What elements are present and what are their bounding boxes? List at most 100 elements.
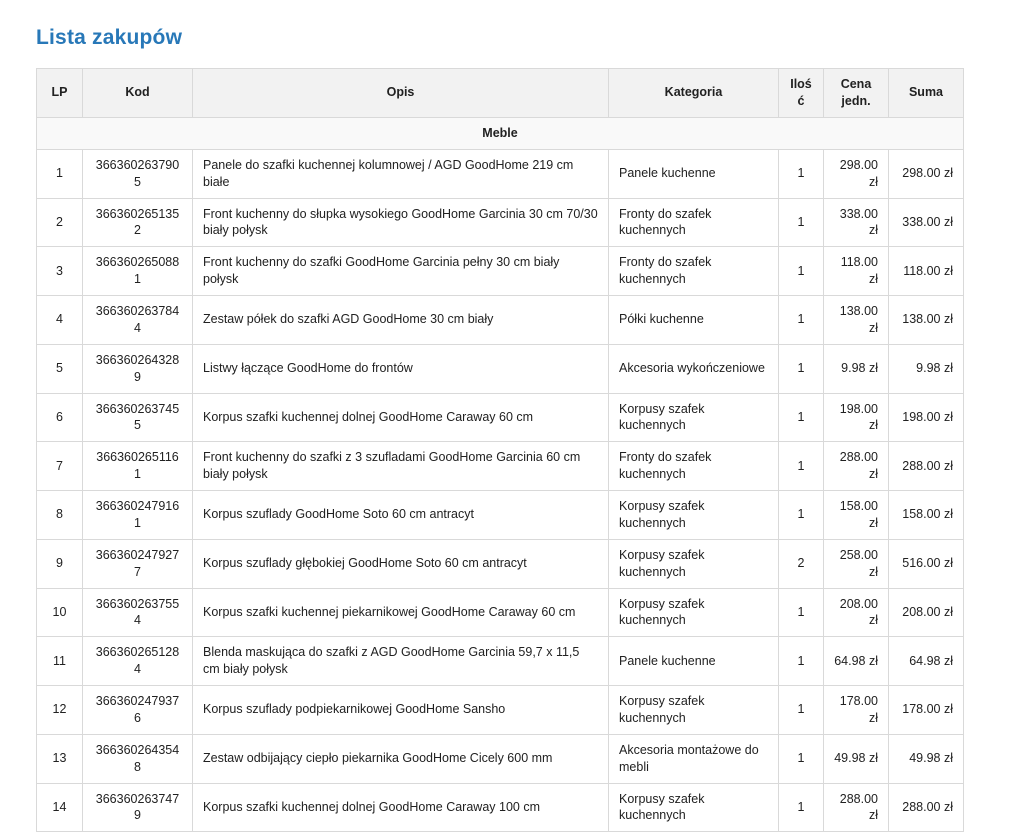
cell-ilosc: 1 [779, 247, 824, 296]
cell-cena: 178.00 zł [824, 686, 889, 735]
cell-kategoria: Fronty do szafek kuchennych [609, 442, 779, 491]
cell-kod: 3663602637479 [83, 783, 193, 832]
cell-kategoria: Fronty do szafek kuchennych [609, 198, 779, 247]
table-header: LP Kod Opis Kategoria Ilość Cena jedn. S… [37, 69, 964, 118]
table-header-row: LP Kod Opis Kategoria Ilość Cena jedn. S… [37, 69, 964, 118]
cell-kategoria: Akcesoria wykończeniowe [609, 344, 779, 393]
cell-cena: 338.00 zł [824, 198, 889, 247]
cell-ilosc: 1 [779, 734, 824, 783]
cell-suma: 516.00 zł [889, 539, 964, 588]
cell-opis: Korpus szuflady GoodHome Soto 60 cm antr… [193, 491, 609, 540]
cell-kod: 3663602650881 [83, 247, 193, 296]
cell-opis: Front kuchenny do słupka wysokiego GoodH… [193, 198, 609, 247]
cell-kod: 3663602637844 [83, 296, 193, 345]
cell-kod: 3663602637905 [83, 149, 193, 198]
column-header-kod: Kod [83, 69, 193, 118]
cell-kategoria: Korpusy szafek kuchennych [609, 686, 779, 735]
cell-ilosc: 1 [779, 491, 824, 540]
cell-suma: 118.00 zł [889, 247, 964, 296]
cell-cena: 158.00 zł [824, 491, 889, 540]
cell-cena: 208.00 zł [824, 588, 889, 637]
table-row: 123663602479376Korpus szuflady podpiekar… [37, 686, 964, 735]
cell-suma: 298.00 zł [889, 149, 964, 198]
cell-opis: Korpus szuflady głębokiej GoodHome Soto … [193, 539, 609, 588]
cell-suma: 338.00 zł [889, 198, 964, 247]
cell-suma: 178.00 zł [889, 686, 964, 735]
cell-cena: 49.98 zł [824, 734, 889, 783]
table-row: 73663602651161Front kuchenny do szafki z… [37, 442, 964, 491]
cell-suma: 288.00 zł [889, 442, 964, 491]
cell-cena: 64.98 zł [824, 637, 889, 686]
cell-suma: 138.00 zł [889, 296, 964, 345]
cell-cena: 118.00 zł [824, 247, 889, 296]
section-label: Meble [37, 117, 964, 149]
cell-opis: Front kuchenny do szafki z 3 szufladami … [193, 442, 609, 491]
table-row: 113663602651284Blenda maskująca do szafk… [37, 637, 964, 686]
table-row: 93663602479277Korpus szuflady głębokiej … [37, 539, 964, 588]
cell-kod: 3663602643289 [83, 344, 193, 393]
cell-cena: 298.00 zł [824, 149, 889, 198]
cell-kategoria: Korpusy szafek kuchennych [609, 783, 779, 832]
cell-suma: 64.98 zł [889, 637, 964, 686]
cell-kategoria: Korpusy szafek kuchennych [609, 491, 779, 540]
cell-lp: 2 [37, 198, 83, 247]
cell-lp: 7 [37, 442, 83, 491]
cell-kategoria: Korpusy szafek kuchennych [609, 539, 779, 588]
cell-lp: 10 [37, 588, 83, 637]
table-row: 143663602637479Korpus szafki kuchennej d… [37, 783, 964, 832]
cell-lp: 5 [37, 344, 83, 393]
cell-suma: 208.00 zł [889, 588, 964, 637]
cell-kod: 3663602637554 [83, 588, 193, 637]
cell-suma: 158.00 zł [889, 491, 964, 540]
cell-kategoria: Fronty do szafek kuchennych [609, 247, 779, 296]
cell-ilosc: 1 [779, 296, 824, 345]
cell-ilosc: 1 [779, 686, 824, 735]
cell-opis: Korpus szafki kuchennej dolnej GoodHome … [193, 393, 609, 442]
cell-cena: 198.00 zł [824, 393, 889, 442]
cell-kod: 3663602479376 [83, 686, 193, 735]
cell-lp: 11 [37, 637, 83, 686]
cell-opis: Korpus szafki kuchennej piekarnikowej Go… [193, 588, 609, 637]
cell-suma: 49.98 zł [889, 734, 964, 783]
cell-ilosc: 1 [779, 198, 824, 247]
section-row-meble: Meble [37, 117, 964, 149]
column-header-opis: Opis [193, 69, 609, 118]
page-title: Lista zakupów [36, 26, 988, 50]
cell-cena: 138.00 zł [824, 296, 889, 345]
table-row: 103663602637554Korpus szafki kuchennej p… [37, 588, 964, 637]
table-row: 13663602637905Panele do szafki kuchennej… [37, 149, 964, 198]
cell-kategoria: Panele kuchenne [609, 637, 779, 686]
table-row: 53663602643289Listwy łączące GoodHome do… [37, 344, 964, 393]
cell-ilosc: 1 [779, 393, 824, 442]
cell-ilosc: 1 [779, 344, 824, 393]
cell-lp: 6 [37, 393, 83, 442]
cell-kategoria: Panele kuchenne [609, 149, 779, 198]
cell-lp: 3 [37, 247, 83, 296]
cell-lp: 13 [37, 734, 83, 783]
cell-kod: 3663602651161 [83, 442, 193, 491]
cell-ilosc: 2 [779, 539, 824, 588]
cell-opis: Korpus szafki kuchennej dolnej GoodHome … [193, 783, 609, 832]
cell-cena: 258.00 zł [824, 539, 889, 588]
table-row: 133663602643548Zestaw odbijający ciepło … [37, 734, 964, 783]
cell-suma: 9.98 zł [889, 344, 964, 393]
cell-ilosc: 1 [779, 637, 824, 686]
shopping-list-table: LP Kod Opis Kategoria Ilość Cena jedn. S… [36, 68, 964, 832]
cell-kod: 3663602637455 [83, 393, 193, 442]
table-row: 63663602637455Korpus szafki kuchennej do… [37, 393, 964, 442]
cell-ilosc: 1 [779, 149, 824, 198]
cell-opis: Zestaw półek do szafki AGD GoodHome 30 c… [193, 296, 609, 345]
cell-kategoria: Korpusy szafek kuchennych [609, 588, 779, 637]
cell-kod: 3663602643548 [83, 734, 193, 783]
cell-opis: Front kuchenny do szafki GoodHome Garcin… [193, 247, 609, 296]
cell-kategoria: Korpusy szafek kuchennych [609, 393, 779, 442]
table-body: Meble 13663602637905Panele do szafki kuc… [37, 117, 964, 832]
cell-opis: Korpus szuflady podpiekarnikowej GoodHom… [193, 686, 609, 735]
cell-kategoria: Półki kuchenne [609, 296, 779, 345]
column-header-ilosc: Ilość [779, 69, 824, 118]
cell-lp: 1 [37, 149, 83, 198]
page-container: Lista zakupów LP Kod Opis Kategoria Iloś… [0, 0, 1024, 698]
cell-kategoria: Akcesoria montażowe do mebli [609, 734, 779, 783]
cell-lp: 12 [37, 686, 83, 735]
cell-lp: 4 [37, 296, 83, 345]
